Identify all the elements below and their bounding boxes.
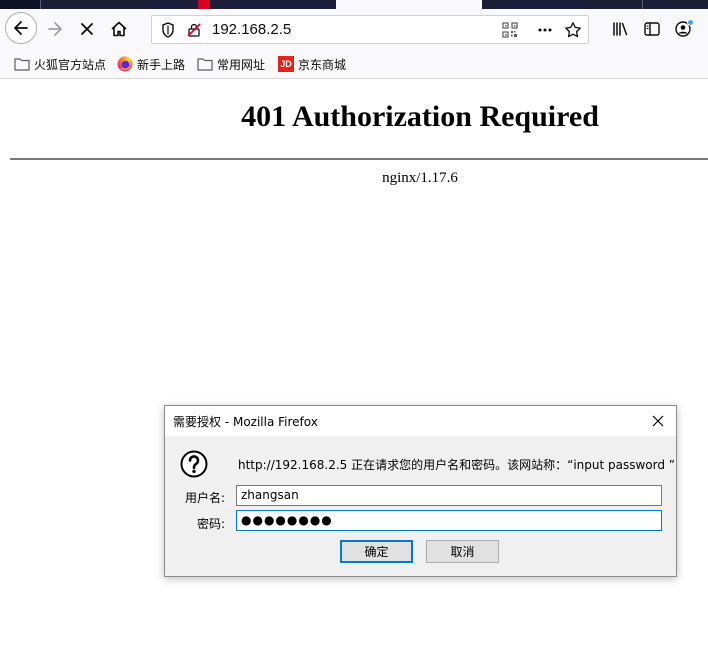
firefox-logo-icon: [117, 56, 133, 72]
bookmark-item[interactable]: 新手上路: [117, 55, 185, 73]
divider: [10, 158, 708, 160]
tab-active[interactable]: [336, 0, 482, 9]
back-button[interactable]: [5, 12, 37, 44]
auth-dialog: 需要授权 - Mozilla Firefox http://192.168.2.…: [164, 405, 677, 577]
bookmark-label: 新手上路: [137, 57, 186, 72]
bookmarks-toolbar: 火狐官方站点 新手上路 常用网址 JD 京东商城: [0, 50, 708, 79]
username-label: 用户名:: [184, 491, 225, 505]
bookmark-item[interactable]: 火狐官方站点: [14, 55, 106, 73]
bookmark-label: 京东商城: [298, 57, 347, 72]
tab-inactive-right[interactable]: [482, 0, 708, 9]
stop-button[interactable]: [72, 13, 102, 45]
sidebar-icon: [644, 22, 660, 36]
close-icon: [652, 415, 664, 427]
bookmark-label: 常用网址: [217, 57, 266, 72]
forward-button[interactable]: [40, 13, 70, 45]
password-field[interactable]: ●●●●●●●●: [236, 510, 662, 531]
password-label: 密码:: [196, 517, 225, 531]
insecure-connection-icon[interactable]: [184, 20, 204, 40]
question-mark-icon: [180, 450, 208, 478]
page-title: 401 Authorization Required: [241, 100, 599, 133]
tab-strip: [0, 0, 708, 9]
tab-inactive[interactable]: [40, 0, 336, 9]
home-button[interactable]: [104, 13, 134, 45]
tab-divider: [40, 0, 41, 9]
account-button[interactable]: [669, 13, 699, 45]
qr-code-icon[interactable]: [500, 20, 520, 40]
username-value: zhangsan: [241, 488, 299, 502]
folder-icon: [14, 56, 30, 72]
server-signature: nginx/1.17.6: [382, 170, 458, 186]
back-arrow-icon: [14, 21, 28, 35]
address-bar[interactable]: 192.168.2.5: [151, 15, 589, 44]
jd-logo-icon: JD: [278, 56, 294, 72]
library-icon: [613, 22, 628, 36]
tab-favicon: [198, 0, 210, 9]
password-mask: ●●●●●●●●: [241, 513, 333, 527]
bookmark-item[interactable]: JD 京东商城: [278, 55, 346, 73]
dialog-title: 需要授权 - Mozilla Firefox: [173, 415, 318, 429]
dialog-titlebar[interactable]: 需要授权 - Mozilla Firefox: [165, 406, 676, 436]
folder-icon: [197, 56, 213, 72]
tracking-shield-icon[interactable]: [158, 20, 178, 40]
username-field[interactable]: zhangsan: [236, 485, 662, 506]
cancel-button[interactable]: 取消: [426, 540, 499, 563]
sidebar-button[interactable]: [637, 13, 667, 45]
account-avatar-icon: [675, 19, 694, 37]
dialog-close-button[interactable]: [646, 409, 670, 433]
tab-divider: [642, 0, 643, 9]
bookmark-item[interactable]: 常用网址: [197, 55, 265, 73]
bookmark-star-icon[interactable]: [563, 20, 583, 40]
forward-arrow-icon: [48, 22, 62, 36]
home-icon: [111, 21, 127, 37]
page-actions-menu-icon[interactable]: [535, 20, 555, 40]
page-content: 401 Authorization Required nginx/1.17.6: [0, 79, 708, 672]
close-x-icon: [81, 23, 93, 35]
ok-button[interactable]: 确定: [340, 540, 413, 563]
url-text[interactable]: 192.168.2.5: [212, 21, 291, 38]
navigation-toolbar: 192.168.2.5: [0, 9, 708, 50]
auth-message: http://192.168.2.5 正在请求您的用户名和密码。该网站称：“in…: [238, 458, 675, 472]
library-button[interactable]: [605, 13, 635, 45]
bookmark-label: 火狐官方站点: [34, 57, 107, 72]
